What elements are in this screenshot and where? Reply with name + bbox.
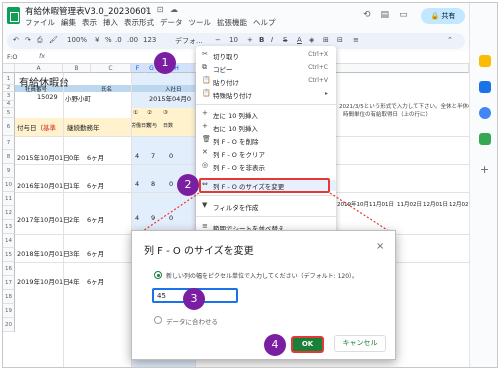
radio-fit-data[interactable] bbox=[154, 316, 162, 324]
contacts-icon[interactable] bbox=[479, 107, 491, 119]
step-badge-1: 1 bbox=[154, 52, 176, 74]
radio-pixel-width[interactable] bbox=[154, 271, 162, 279]
resize-columns-dialog: 列 F - O のサイズを変更 × 新しい列の幅をピクセル単位で入力してください… bbox=[131, 230, 396, 360]
step-badge-2: 2 bbox=[177, 174, 199, 196]
app-window: 有給休暇管理表V3.0_20230601 ☆ ⊡ ☁ ファイル 編集 表示 挿入… bbox=[2, 2, 498, 368]
callout-line-left bbox=[136, 192, 200, 236]
keep-icon[interactable] bbox=[479, 55, 491, 67]
cancel-button[interactable]: キャンセル bbox=[334, 335, 386, 352]
tasks-icon[interactable] bbox=[479, 81, 491, 93]
add-ons-icon[interactable]: + bbox=[480, 163, 489, 176]
step-badge-4: 4 bbox=[264, 334, 286, 356]
maps-icon[interactable] bbox=[479, 133, 491, 145]
ok-button[interactable]: OK bbox=[291, 336, 324, 353]
callout-line-right bbox=[329, 192, 396, 236]
close-icon[interactable]: × bbox=[376, 241, 384, 252]
radio-pixel-width-label: 新しい列の幅をピクセル単位で入力してください（デフォルト: 120）。 bbox=[166, 273, 359, 280]
radio-fit-data-label: データに合わせる bbox=[166, 318, 218, 326]
side-panel-rail: + bbox=[469, 3, 497, 367]
step-badge-3: 3 bbox=[183, 288, 205, 310]
dialog-title: 列 F - O のサイズを変更 bbox=[144, 246, 254, 257]
